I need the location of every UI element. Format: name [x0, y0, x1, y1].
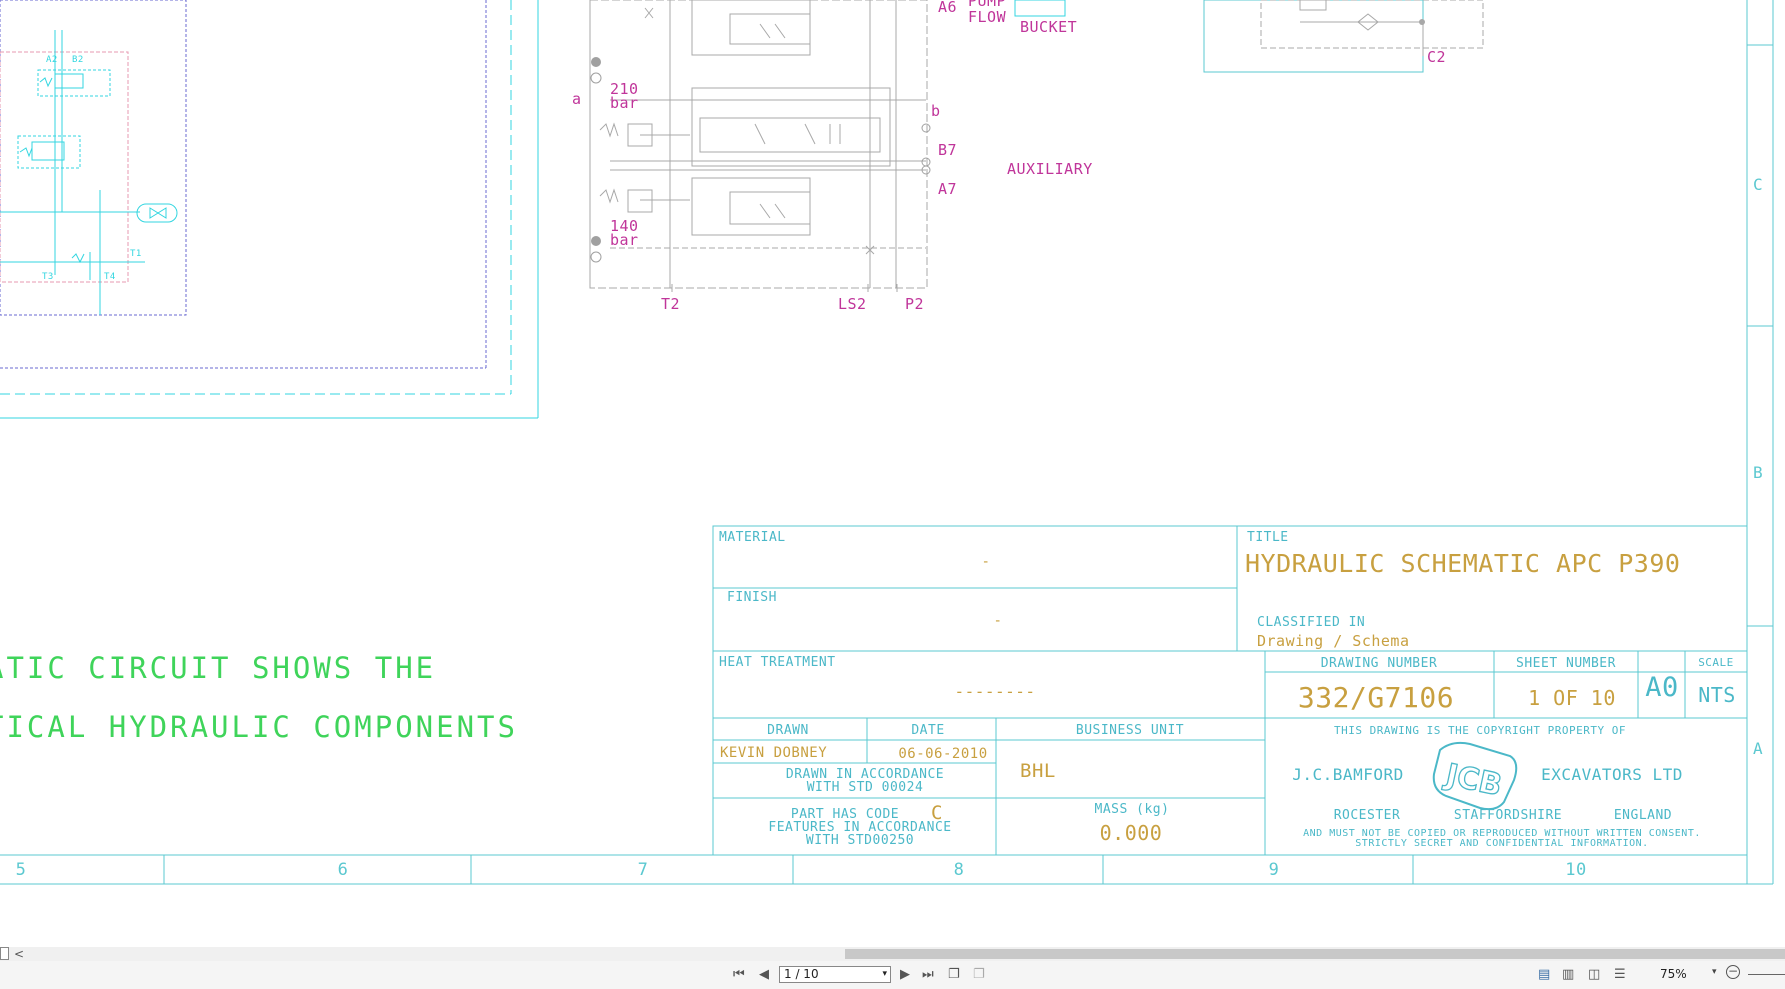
label-c2: C2	[1427, 48, 1446, 66]
zoom-slider[interactable]	[1748, 974, 1785, 975]
valve-block	[589, 0, 928, 292]
page-number-input[interactable]: 1 / 10 ▾	[779, 966, 891, 983]
hydraulic-schematic-drawing: A2 B2 T1 T3 T4 a 210 bar 140 bar T2 LS2 …	[0, 0, 1774, 885]
label-auxiliary: AUXILIARY	[1007, 160, 1093, 178]
label-ls2: LS2	[838, 295, 867, 313]
place-england: ENGLAND	[1614, 808, 1672, 823]
material-label: MATERIAL	[719, 530, 786, 545]
note-line-2: TICAL HYDRAULIC COMPONENTS	[0, 710, 518, 744]
place-rocester: ROCESTER	[1334, 808, 1401, 823]
paste-page-icon[interactable]: ❐	[973, 967, 985, 983]
first-page-icon[interactable]: ⏮	[733, 967, 745, 983]
page-number-value: 1 / 10	[784, 967, 819, 981]
label-flow: FLOW	[968, 8, 1007, 26]
previous-page-icon[interactable]: ◀	[759, 967, 769, 983]
heat-treatment-label: HEAT TREATMENT	[719, 655, 836, 670]
row-label-b: B	[1753, 463, 1763, 482]
features-line-2: WITH STD00250	[806, 833, 914, 848]
drawing-number-value: 332/G7106	[1298, 681, 1454, 714]
copy-page-icon[interactable]: ❐	[948, 967, 960, 983]
label-b: b	[931, 102, 941, 120]
scroll-left-icon[interactable]: <	[14, 947, 24, 961]
label-t2: T2	[661, 295, 680, 313]
date-label: DATE	[911, 723, 944, 738]
scale-value: NTS	[1698, 683, 1736, 707]
label-a2: A2	[46, 55, 58, 65]
column-label-6: 6	[338, 860, 349, 880]
single-page-view-icon[interactable]: ▤	[1538, 967, 1550, 983]
label-b7: B7	[938, 141, 957, 159]
copyright-line-1: THIS DRAWING IS THE COPYRIGHT PROPERTY O…	[1334, 724, 1626, 737]
mass-label: MASS (kg)	[1095, 802, 1170, 817]
date-value: 06-06-2010	[898, 746, 987, 762]
continuous-view-icon[interactable]: ▥	[1562, 967, 1574, 983]
drawn-value: KEVIN DOBNEY	[720, 745, 827, 761]
column-label-9: 9	[1269, 860, 1280, 880]
finish-label: FINISH	[727, 590, 777, 605]
label-bucket: BUCKET	[1020, 18, 1077, 36]
business-unit-label: BUSINESS UNIT	[1076, 723, 1184, 738]
page-dropdown-icon[interactable]: ▾	[882, 967, 887, 982]
label-p2: P2	[905, 295, 924, 313]
company-name-left: J.C.BAMFORD	[1292, 765, 1403, 784]
classified-label: CLASSIFIED IN	[1257, 615, 1365, 630]
bottom-ruler	[0, 854, 1773, 885]
drawing-viewport[interactable]: A2 B2 T1 T3 T4 a 210 bar 140 bar T2 LS2 …	[0, 0, 1785, 947]
zoom-level[interactable]: 75%	[1660, 967, 1687, 981]
title-label: TITLE	[1247, 530, 1289, 545]
sheet-number-label: SHEET NUMBER	[1516, 656, 1616, 671]
label-a7: A7	[938, 180, 957, 198]
label-a6: A6	[938, 0, 957, 16]
column-label-10: 10	[1565, 860, 1586, 880]
drawn-label: DRAWN	[767, 723, 809, 738]
label-bar-2: bar	[610, 231, 639, 249]
heat-treatment-value: --------	[954, 682, 1035, 701]
zoom-out-icon[interactable]: −	[1726, 965, 1740, 979]
column-label-5: 5	[16, 860, 27, 880]
last-page-icon[interactable]: ⏭	[922, 967, 934, 983]
zoom-dropdown-icon[interactable]: ▾	[1712, 967, 1717, 977]
row-label-a: A	[1753, 739, 1763, 758]
label-t4: T4	[104, 272, 116, 282]
jcb-logo: JCB	[1432, 741, 1518, 811]
copyright-line-3: STRICTLY SECRET AND CONFIDENTIAL INFORMA…	[1355, 838, 1648, 849]
column-label-8: 8	[954, 860, 965, 880]
part-code-value: C	[931, 802, 943, 824]
business-unit-value: BHL	[1020, 760, 1056, 782]
scroll-corner	[0, 947, 9, 960]
drawing-number-label: DRAWING NUMBER	[1321, 656, 1438, 671]
label-a: a	[572, 90, 582, 108]
next-page-icon[interactable]: ▶	[900, 967, 910, 983]
finish-value: -	[994, 613, 1003, 629]
column-label-7: 7	[638, 860, 649, 880]
drawn-accordance-line-2: WITH STD 00024	[807, 780, 924, 795]
label-bar-1: bar	[610, 94, 639, 112]
facing-view-icon[interactable]: ☰	[1614, 967, 1626, 983]
label-t3: T3	[42, 272, 54, 282]
scale-label: SCALE	[1698, 656, 1734, 669]
place-staffordshire: STAFFORDSHIRE	[1454, 808, 1562, 823]
label-t1: T1	[130, 249, 142, 259]
two-page-view-icon[interactable]: ◫	[1588, 967, 1600, 983]
scrollbar-thumb[interactable]	[845, 949, 1785, 959]
horizontal-scrollbar[interactable]: <	[0, 947, 1785, 961]
material-value: -	[982, 554, 991, 570]
title-value: HYDRAULIC SCHEMATIC APC P390	[1245, 549, 1680, 578]
sheet-number-value: 1 OF 10	[1528, 686, 1616, 710]
row-label-c: C	[1753, 175, 1763, 194]
viewer-toolbar: ⏮ ◀ 1 / 10 ▾ ▶ ⏭ ❐ ❐ ▤ ▥ ◫ ☰ 75% ▾ −	[0, 961, 1785, 989]
sheet-size-value: A0	[1645, 672, 1679, 703]
classified-value: Drawing / Schema	[1257, 632, 1410, 650]
jcb-logo-text: JCB	[1441, 757, 1505, 803]
company-name-right: EXCAVATORS LTD	[1541, 765, 1683, 784]
mass-value: 0.000	[1100, 821, 1163, 845]
valve-ports	[591, 57, 601, 246]
label-b2: B2	[72, 55, 84, 65]
note-line-1: ATIC CIRCUIT SHOWS THE	[0, 651, 436, 685]
valve-labels: a 210 bar 140 bar T2 LS2 P2 b B7 A7 A6 P…	[572, 0, 1446, 313]
